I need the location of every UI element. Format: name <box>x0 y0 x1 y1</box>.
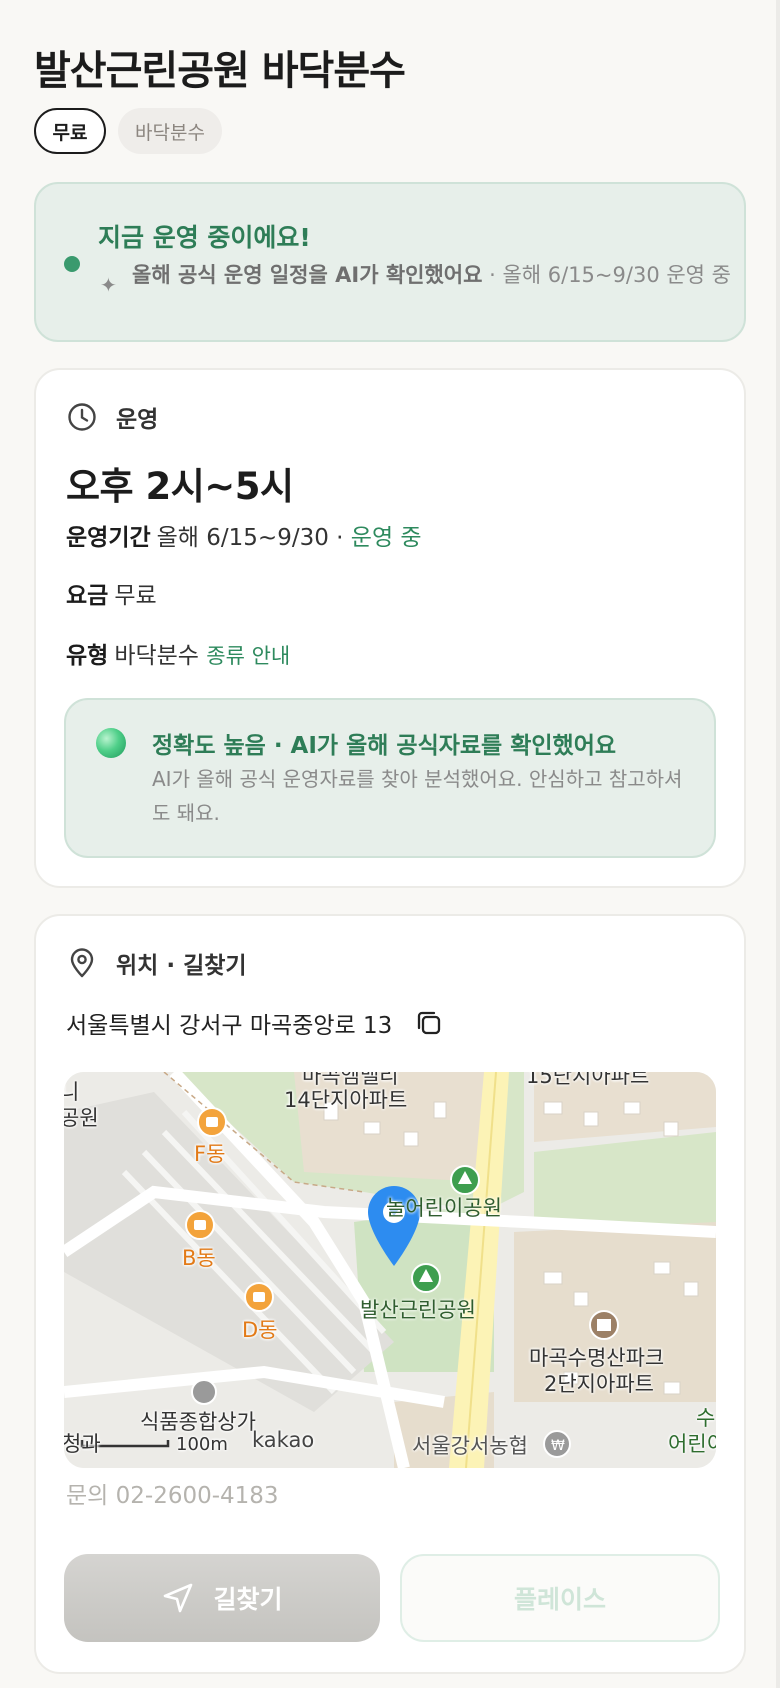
scroll-edge <box>776 0 780 1688</box>
map-scale-label: 100m <box>176 1434 228 1455</box>
accuracy-orb-icon <box>96 728 126 758</box>
fee-chip[interactable]: 무료 <box>34 108 106 154</box>
operating-hours: 오후 2시~5시 <box>66 465 294 508</box>
hours-section-label: 운영 <box>116 407 159 433</box>
type-label: 유형 <box>66 643 109 669</box>
status-dot <box>64 256 80 272</box>
map-label-kids-park: 놀어린이공원 <box>386 1196 502 1220</box>
status-title: 지금 운영 중이에요! <box>98 223 311 252</box>
hours-card: 운영 오후 2시~5시 운영기간 올해 6/15~9/30 · 운영 중 요금 무료… <box>34 368 746 888</box>
svg-text:₩: ₩ <box>551 1438 565 1454</box>
map-label-b-dong: B동 <box>182 1246 216 1270</box>
period-status: 운영 중 <box>350 525 422 551</box>
accuracy-title: 정확도 높음 · AI가 올해 공식자료를 확인했어요 <box>152 733 617 759</box>
location-section-header: 위치 · 길찾기 <box>66 946 247 980</box>
map-label-top-left-2: 공원 <box>64 1106 99 1130</box>
navigate-button[interactable]: 길찾기 <box>64 1554 380 1642</box>
map-label-market: 식품종합상가 <box>140 1410 256 1434</box>
map-label-d-dong: D동 <box>242 1318 278 1342</box>
accuracy-box: 정확도 높음 · AI가 올해 공식자료를 확인했어요 AI가 올해 공식 운영… <box>64 698 716 858</box>
map-label-f-dong: F동 <box>194 1142 226 1166</box>
location-card: 위치 · 길찾기 서울특별시 강서구 마곡중앙로 13 ₩ 니 공원 마곡엠밸리… <box>34 914 746 1674</box>
status-card: 지금 운영 중이에요! ✦ 올해 공식 운영 일정을 AI가 확인했어요 · 올… <box>34 182 746 342</box>
type-value: 바닥분수 <box>114 643 199 669</box>
map-label-bank: 서울강서농협 <box>412 1434 528 1458</box>
map-label-right-edge-2: 어린이 <box>668 1432 716 1456</box>
navigate-button-label: 길찾기 <box>213 1585 283 1614</box>
period-value: 올해 6/15~9/30 · <box>156 525 351 551</box>
hours-section-header: 운영 <box>66 400 158 434</box>
sparkle-icon: ✦ <box>100 273 117 297</box>
place-button[interactable]: 플레이스 <box>400 1554 720 1642</box>
status-subtitle-bold: 올해 공식 운영 일정을 AI가 확인했어요 <box>132 263 483 287</box>
place-button-label: 플레이스 <box>513 1585 606 1614</box>
fee-value: 무료 <box>114 583 157 609</box>
status-subtitle-rest: · 올해 6/15~9/30 운영 중 <box>482 263 731 287</box>
fee-row: 요금 무료 <box>66 576 157 610</box>
map-pin-icon <box>70 948 94 978</box>
phone-number[interactable]: 문의 02-2600-4183 <box>66 1476 279 1510</box>
navigation-arrow-icon <box>164 1583 193 1613</box>
accuracy-text: AI가 올해 공식 운영자료를 찾아 분석했어요. 안심하고 참고하셔도 돼요. <box>152 767 683 825</box>
period-row: 운영기간 올해 6/15~9/30 · 운영 중 <box>66 518 422 552</box>
map-brand-logo: kakao <box>252 1428 315 1452</box>
copy-icon[interactable] <box>414 1008 444 1038</box>
map-view[interactable]: ₩ 니 공원 마곡엠밸리 14단지아파트 15단지아파트 F동 B동 D동 놀어… <box>64 1072 716 1468</box>
status-subtitle: 올해 공식 운영 일정을 AI가 확인했어요 · 올해 6/15~9/30 운영… <box>132 261 732 290</box>
map-label-apt2-line2: 2단지아파트 <box>544 1372 654 1396</box>
map-label-apt15: 15단지아파트 <box>526 1072 650 1088</box>
map-label-bottom-left: 청과 <box>64 1432 101 1456</box>
page-title: 발산근린공원 바닥분수 <box>34 48 406 94</box>
clock-icon <box>68 403 96 431</box>
type-chip[interactable]: 바닥분수 <box>118 108 222 154</box>
address-row: 서울특별시 강서구 마곡중앙로 13 <box>66 1006 444 1040</box>
fee-label: 요금 <box>66 583 109 609</box>
map-label-apt14: 14단지아파트 <box>284 1088 408 1112</box>
type-row: 유형 바닥분수 종류 안내 <box>66 636 290 670</box>
location-section-label: 위치 · 길찾기 <box>116 953 247 979</box>
page: 발산근린공원 바닥분수 무료 바닥분수 지금 운영 중이에요! ✦ 올해 공식 … <box>0 0 780 1688</box>
period-label: 운영기간 <box>66 525 151 551</box>
type-guide-link[interactable]: 종류 안내 <box>206 644 290 668</box>
address-text: 서울특별시 강서구 마곡중앙로 13 <box>66 1013 393 1039</box>
map-label-main-park: 발산근린공원 <box>360 1298 476 1322</box>
